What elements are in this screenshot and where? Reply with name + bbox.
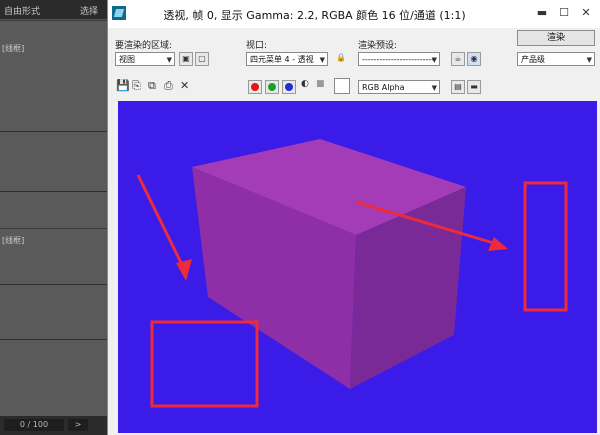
preset-dropdown[interactable]: ------------------------- ▼ <box>358 52 440 66</box>
channel-dropdown[interactable]: RGB Alpha ▼ <box>358 80 440 94</box>
chevron-down-icon: ▼ <box>586 56 592 64</box>
grid-line <box>0 191 107 192</box>
viewport-dropdown[interactable]: 四元菜单 4 - 透视 ▼ <box>246 52 328 66</box>
green-channel-icon <box>268 83 276 91</box>
red-channel-toggle[interactable] <box>248 80 262 94</box>
render-frame-window: 透视, 帧 0, 显示 Gamma: 2.2, RGBA 颜色 16 位/通道 … <box>107 0 600 435</box>
viewport-dropdown-value: 四元菜单 4 - 透视 <box>250 55 314 64</box>
preset-label: 渲染预设: <box>358 41 398 51</box>
area-label: 要渲染的区域: <box>115 41 173 51</box>
environment-icon[interactable]: ◉ <box>467 52 481 66</box>
frame-counter[interactable]: 0 / 100 <box>4 419 64 431</box>
next-frame-button[interactable]: > <box>68 419 88 431</box>
arrowhead <box>176 259 192 281</box>
chevron-down-icon: ▼ <box>431 56 437 64</box>
grid-line <box>0 131 107 132</box>
render-viewport[interactable] <box>118 101 597 433</box>
grid-line <box>0 339 107 340</box>
grid-line <box>0 284 107 285</box>
timeline-bar: 0 / 100 > <box>0 416 107 435</box>
clear-icon[interactable]: ✕ <box>180 79 189 92</box>
viewport-label: 视口: <box>246 41 268 51</box>
background-toolbar: 自由形式 选择 <box>0 0 107 20</box>
print-icon[interactable]: ⎙ <box>164 79 173 93</box>
minimize-button[interactable]: ▬ <box>531 4 553 22</box>
title-bar[interactable]: 透视, 帧 0, 显示 Gamma: 2.2, RGBA 颜色 16 位/通道 … <box>108 0 600 28</box>
area-dropdown[interactable]: 视图 ▼ <box>115 52 175 66</box>
save-icon[interactable]: 💾 <box>116 79 130 92</box>
display-icon[interactable]: ▤ <box>451 80 465 94</box>
area-dropdown-value: 视图 <box>119 55 135 64</box>
clone-icon[interactable]: ⧉ <box>148 79 156 93</box>
copy-icon[interactable]: ⎘ <box>132 79 141 93</box>
background-viewport-bottom[interactable]: [线框] <box>0 228 107 417</box>
color-swatch[interactable] <box>334 78 350 94</box>
viewport-label-top: [线框] <box>2 44 25 53</box>
auto-region-icon[interactable]: ▢ <box>195 52 209 66</box>
channel-dropdown-value: RGB Alpha <box>362 83 405 92</box>
mono-icon[interactable]: ■ <box>316 79 325 89</box>
edit-region-icon[interactable]: ▣ <box>179 52 193 66</box>
production-dropdown-value: 产品级 <box>521 55 545 64</box>
background-viewport-top[interactable]: [线框] <box>0 20 107 228</box>
annotation-box <box>523 181 568 312</box>
red-channel-icon <box>251 83 259 91</box>
freeform-tab[interactable]: 自由形式 <box>4 4 40 17</box>
annotation-arrow <box>136 174 188 274</box>
viewport-label-bottom: [线框] <box>2 236 25 245</box>
maximize-button[interactable]: ☐ <box>553 4 575 22</box>
green-channel-toggle[interactable] <box>265 80 279 94</box>
arrowhead <box>488 237 508 251</box>
chevron-down-icon: ▼ <box>166 56 172 64</box>
window-title: 透视, 帧 0, 显示 Gamma: 2.2, RGBA 颜色 16 位/通道 … <box>163 9 466 22</box>
preset-dropdown-value: ------------------------- <box>362 55 435 64</box>
rendered-image <box>136 139 568 408</box>
teapot-icon[interactable]: ☕ <box>451 52 465 66</box>
toggle-ui-icon[interactable]: ▬ <box>467 80 481 94</box>
chevron-down-icon: ▼ <box>319 56 325 64</box>
blue-channel-icon <box>285 83 293 91</box>
annotation-box <box>150 320 259 408</box>
render-button[interactable]: 渲染 <box>517 30 595 46</box>
select-tab[interactable]: 选择 <box>80 4 98 17</box>
alpha-icon[interactable]: ◐ <box>301 79 309 89</box>
lock-icon[interactable]: 🔒 <box>334 52 348 66</box>
chevron-down-icon: ▼ <box>431 84 437 92</box>
blue-channel-toggle[interactable] <box>282 80 296 94</box>
production-dropdown[interactable]: 产品级 ▼ <box>517 52 595 66</box>
close-button[interactable]: ✕ <box>575 4 597 22</box>
